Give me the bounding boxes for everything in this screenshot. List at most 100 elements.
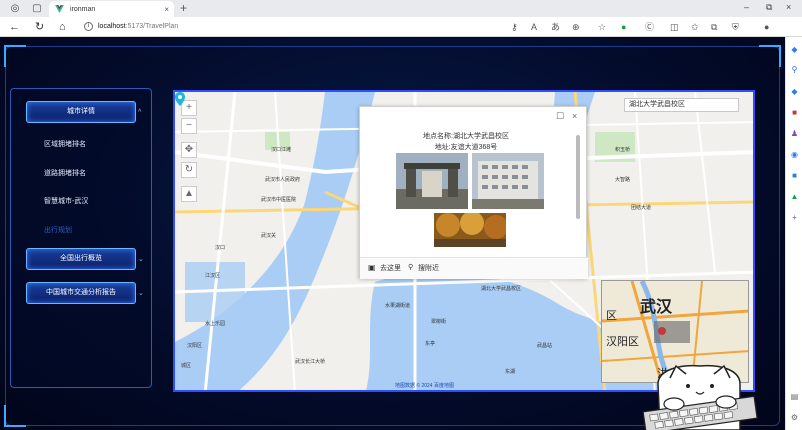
map-label: 城区 [181,363,192,369]
favorites-icon[interactable]: ✩ [691,21,699,33]
add-sidebar-icon[interactable]: + [790,213,799,222]
tab-title: ironman [70,5,96,13]
url-path: :5173/TravelPlan [125,23,179,30]
new-tab-button[interactable]: + [180,1,187,15]
menu-item-travel-plan[interactable]: 出行规划 [44,225,72,235]
zoom-out-button[interactable]: − [181,118,197,134]
maximize-button[interactable]: ⧉ [766,2,772,13]
minimap-district-label: 区 [606,310,617,322]
bell-icon[interactable]: ◆ [790,45,799,54]
map-label: 武汉市人民政府 [265,177,301,183]
extension-c-icon[interactable]: Ⓒ [645,21,654,33]
national-overview-button[interactable]: 全国出行概览 [26,248,136,270]
map-label: 汉口江滩 [271,147,292,153]
left-menu: 城市详情 ^ 区域拥堵排名 道路拥堵排名 智慧城市-武汉 出行规划 全国出行概览… [10,88,152,388]
minimap-city: 武汉 [640,299,673,316]
frame-corner-tr [759,45,781,67]
cat-typing-mascot [642,364,758,430]
map-label: 积玉桥 [615,147,631,153]
map-label: 江汉区 [205,273,221,279]
place-address: 地址:友谊大道368号 [434,144,498,151]
extension-shield-icon[interactable]: ⛨ [732,21,739,33]
shopping-icon[interactable]: ■ [790,108,799,117]
map-label: 翠柳街 [431,319,447,325]
extension-green-icon[interactable]: ● [621,21,626,33]
rotate-icon[interactable]: ↻ [181,162,197,178]
place-info-window: ☐ × 地点名称:湖北大学武昌校区 地址:友谊大道368号 ▣ 去这里 ⚲ 搜附… [359,106,588,279]
back-arrow-icon[interactable]: ← [9,20,20,34]
browser-toolbar: ← ↻ ⌂ i localhost:5173/TravelPlan ⚷ A あ ⊕… [0,17,802,37]
address-bar[interactable]: i localhost:5173/TravelPlan [84,20,514,34]
read-aloud-icon[interactable]: A [531,21,537,33]
compass-icon[interactable]: ▲ [181,186,197,202]
map-label: 东湖 [505,369,516,375]
refresh-icon[interactable]: ↻ [35,20,44,34]
map-label: 汉口 [215,245,226,251]
map-label: 武昌站 [537,343,553,349]
tab-actions-icon[interactable]: ▢ [30,2,44,16]
map-label: 东亭 [425,341,436,347]
minimap-district: 汉阳区 [606,336,639,348]
chevron-down-icon[interactable]: ⌄ [138,255,144,263]
sidebar-layout-icon[interactable]: ▤ [790,392,799,401]
traffic-report-button[interactable]: 中国城市交通分析报告 [26,282,136,304]
search-nearby-link[interactable]: 搜附近 [418,263,439,273]
telegram-icon[interactable]: ▲ [790,192,799,201]
browser-tab[interactable]: ironman × [49,1,174,17]
menu-item-region-ranking[interactable]: 区域拥堵排名 [44,139,86,149]
menu-item-smart-city[interactable]: 智慧城市-武汉 [44,196,88,206]
street-view-icon[interactable]: ▣ [368,263,376,272]
map-panel[interactable]: 武汉市人民政府 武汉市中医医院 江汉区 汉口 武汉关 湖北大学武昌校区 水果湖街… [173,90,755,392]
map-label: 武汉市中医医院 [261,197,297,203]
games-icon[interactable]: ♟ [790,129,799,138]
frame-corner-bl [4,405,26,427]
autumn-trees-photo [434,213,506,247]
split-screen-icon[interactable]: ◫ [670,21,679,33]
home-icon[interactable]: ⌂ [59,20,66,34]
map-label: 武汉长江大桥 [295,359,326,365]
browser-window: ◎ ▢ ironman × + – ⧉ × ← ↻ ⌂ i localhost:5… [0,0,802,430]
translate-icon[interactable]: あ [551,21,560,33]
place-name: 地点名称:湖北大学武昌校区 [423,133,509,140]
tab-close-icon[interactable]: × [164,5,169,14]
map-label: 武汉关 [261,233,277,239]
frame-corner-tl [4,45,26,67]
search-icon[interactable]: ⚲ [790,65,799,74]
city-detail-button[interactable]: 城市详情 [26,101,136,123]
chevron-up-icon[interactable]: ^ [138,109,141,116]
pan-icon[interactable]: ✥ [181,142,197,158]
map-search-input[interactable]: 湖北大学武昌校区 [624,98,739,112]
menu-item-road-ranking[interactable]: 道路拥堵排名 [44,168,86,178]
workspaces-icon[interactable]: ◎ [8,2,22,16]
url-host: localhost [98,23,126,30]
map-label: 水上乐园 [205,321,226,327]
map-label: 大智路 [615,177,631,183]
profile-avatar-icon[interactable]: ● [764,21,769,33]
key-icon[interactable]: ⚷ [511,21,518,33]
search-nearby-icon[interactable]: ⚲ [408,263,413,271]
map-label: 水果湖街道 [385,303,411,309]
tag-icon[interactable]: ◆ [790,87,799,96]
close-icon[interactable]: × [572,111,577,121]
maximize-icon[interactable]: ☐ [556,111,564,122]
campus-gate-photo [396,153,468,209]
minimize-button[interactable]: – [744,2,749,12]
map-label: 团结大道 [631,205,652,211]
copilot-icon[interactable]: ◉ [790,150,799,159]
go-here-link[interactable]: 去这里 [380,263,401,273]
favorite-star-icon[interactable]: ☆ [598,21,606,33]
location-pin-icon[interactable] [175,92,185,106]
popup-scrollbar[interactable] [576,135,580,219]
outlook-icon[interactable]: ■ [790,171,799,180]
edge-sidebar: ◆ ⚲ ◆ ■ ♟ ◉ ■ ▲ + ▤ ⚙ [785,37,802,430]
close-window-button[interactable]: × [786,2,791,12]
chevron-down-icon[interactable]: ⌄ [138,289,144,297]
site-info-icon[interactable]: i [84,21,93,31]
collections-icon[interactable]: ⧉ [711,21,717,33]
map-label: 湖北大学武昌校区 [481,286,522,292]
vue-logo-icon [55,5,64,13]
zoom-icon[interactable]: ⊕ [572,21,580,33]
settings-gear-icon[interactable]: ⚙ [790,413,799,422]
popup-action-bar: ▣ 去这里 ⚲ 搜附近 [360,257,588,279]
map-label: 汉阳区 [187,343,203,349]
